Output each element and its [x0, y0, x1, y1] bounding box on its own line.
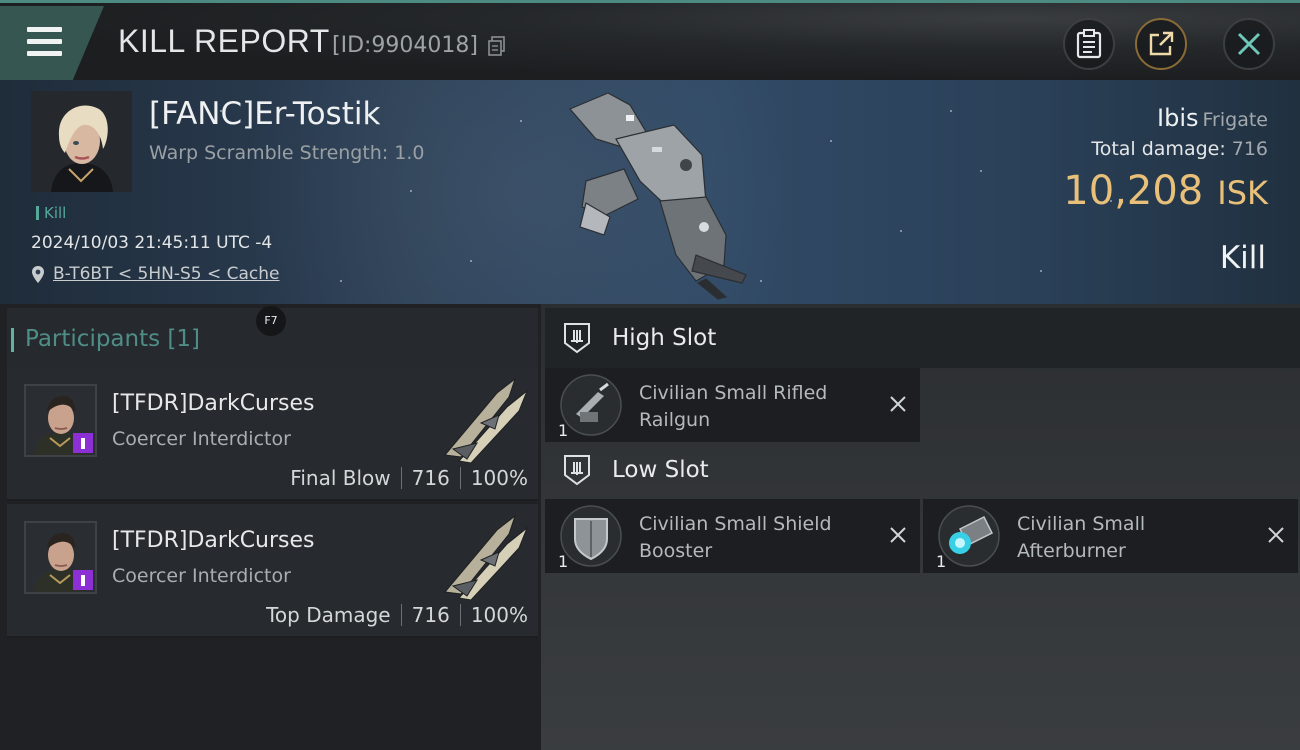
- hotkey-badge: F7: [256, 306, 286, 336]
- participant-stats: Top Damage 716 100%: [266, 603, 528, 627]
- participant-stats: Final Blow 716 100%: [290, 466, 528, 490]
- page-title: KILL REPORT: [118, 23, 330, 59]
- copy-icon[interactable]: [488, 36, 506, 56]
- total-damage: Total damage: 716: [1091, 138, 1268, 160]
- railgun-icon: [560, 374, 622, 436]
- clipboard-icon: [1076, 29, 1102, 59]
- participant-percent: 100%: [470, 466, 528, 490]
- kill-location[interactable]: B-T6BT < 5HN-S5 < Cache: [31, 264, 280, 284]
- location-pin-icon: [32, 265, 44, 283]
- stat-divider: [400, 604, 402, 626]
- victim-portrait[interactable]: [31, 91, 132, 192]
- module-item[interactable]: 1 Civilian Small Afterburner: [923, 499, 1298, 573]
- victim-header: [FANC]Er-Tostik Warp Scramble Strength: …: [0, 80, 1300, 304]
- participants-panel: Participants [1] F7 [TFDR]DarkCurses Coe…: [0, 304, 541, 750]
- participants-title: Participants [1]: [11, 326, 200, 352]
- high-slot-icon: [564, 323, 590, 354]
- ship-type[interactable]: Ibis Frigate: [1157, 104, 1268, 132]
- module-name: Civilian Small Shield Booster: [639, 513, 832, 562]
- module-qty: 1: [558, 552, 569, 571]
- fittings-panel: High Slot 1 Civilian Small Rifled Railgu…: [541, 304, 1300, 750]
- kill-result: Kill: [1219, 240, 1266, 276]
- participant-damage: 716: [411, 603, 450, 627]
- destroyed-x-icon: [1268, 527, 1284, 543]
- afterburner-icon: [938, 505, 1000, 567]
- stat-divider: [459, 467, 461, 489]
- stat-divider: [400, 467, 402, 489]
- faction-badge: [73, 570, 93, 590]
- total-damage-value: 716: [1231, 138, 1268, 160]
- destroyed-x-icon: [890, 396, 906, 412]
- report-id: [ID:9904018]: [332, 33, 478, 58]
- faction-badge: [73, 433, 93, 453]
- participant-percent: 100%: [470, 603, 528, 627]
- ship-class: Frigate: [1202, 109, 1268, 131]
- total-damage-label: Total damage:: [1091, 138, 1226, 160]
- menu-button[interactable]: [0, 6, 104, 80]
- module-name: Civilian Small Rifled Railgun: [639, 382, 828, 431]
- shield-booster-icon: [560, 505, 622, 567]
- kill-tag: Kill: [36, 204, 66, 222]
- participant-role: Final Blow: [290, 466, 391, 490]
- participant-ship: Coercer Interdictor: [112, 565, 291, 587]
- isk-value: 10,208 ISK: [1063, 168, 1268, 214]
- low-slot-label: Low Slot: [612, 457, 709, 483]
- participant-role: Top Damage: [266, 603, 391, 627]
- isk-unit: ISK: [1217, 174, 1268, 212]
- destroyed-x-icon: [890, 527, 906, 543]
- share-button[interactable]: [1135, 18, 1187, 70]
- module-qty: 1: [936, 552, 947, 571]
- coercer-ship-image: [444, 377, 529, 464]
- participant-portrait[interactable]: [24, 384, 97, 457]
- participant-name[interactable]: [TFDR]DarkCurses: [112, 391, 315, 416]
- participant-damage: 716: [411, 466, 450, 490]
- top-bar: KILL REPORT [ID:9904018]: [0, 0, 1300, 80]
- warp-scramble-strength: Warp Scramble Strength: 1.0: [149, 142, 425, 164]
- share-icon: [1149, 31, 1174, 56]
- module-item[interactable]: 1 Civilian Small Rifled Railgun: [545, 368, 920, 442]
- high-slot-header: High Slot: [545, 308, 1300, 368]
- high-slot-label: High Slot: [612, 325, 717, 351]
- ship-name: Ibis: [1157, 104, 1199, 132]
- low-slot-icon: [564, 455, 590, 486]
- ibis-ship-image: [569, 92, 747, 300]
- participant-ship: Coercer Interdictor: [112, 428, 291, 450]
- participant-row[interactable]: [TFDR]DarkCurses Coercer Interdictor Fin…: [7, 367, 538, 501]
- coercer-ship-image: [444, 514, 529, 601]
- menu-icon: [27, 27, 62, 63]
- location-link[interactable]: B-T6BT < 5HN-S5 < Cache: [53, 264, 280, 284]
- clipboard-button[interactable]: [1063, 18, 1115, 70]
- module-qty: 1: [558, 421, 569, 440]
- module-item[interactable]: 1 Civilian Small Shield Booster: [545, 499, 920, 573]
- kill-datetime: 2024/10/03 21:45:11 UTC -4: [31, 233, 273, 253]
- low-slot-header: Low Slot: [545, 440, 1300, 500]
- close-button[interactable]: [1223, 18, 1275, 70]
- stat-divider: [459, 604, 461, 626]
- participant-name[interactable]: [TFDR]DarkCurses: [112, 528, 315, 553]
- avatar: [31, 91, 132, 192]
- participant-portrait[interactable]: [24, 521, 97, 594]
- participant-row[interactable]: [TFDR]DarkCurses Coercer Interdictor Top…: [7, 504, 538, 638]
- isk-amount: 10,208: [1063, 168, 1204, 214]
- close-icon: [1237, 32, 1261, 56]
- victim-pilot-name[interactable]: [FANC]Er-Tostik: [149, 96, 380, 132]
- module-name: Civilian Small Afterburner: [1017, 513, 1146, 562]
